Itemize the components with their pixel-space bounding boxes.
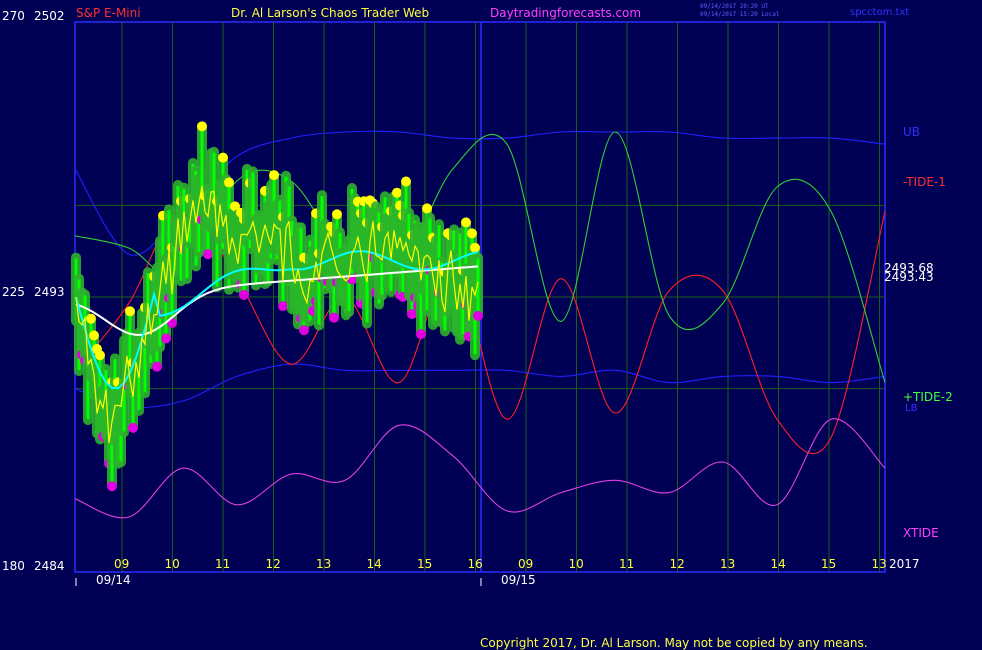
low-dot: [407, 309, 417, 320]
low-dot: [278, 301, 288, 312]
x-tick-label: 15: [417, 557, 432, 571]
x-tick-label: 10: [165, 557, 180, 571]
x-tick-label: 13: [872, 557, 887, 571]
high-dot: [125, 306, 135, 317]
x-tick-label: 10: [569, 557, 584, 571]
x-axis-labels: 09 10 11 12 13 14 15 16 09 10 11 12 13 14 15 13: [114, 557, 887, 571]
y-price-mid: 2493: [34, 285, 65, 299]
legend-xtide: XTIDE: [903, 526, 939, 540]
low-dot: [107, 481, 117, 492]
legend-tide2: +TIDE-2: [903, 390, 953, 404]
high-dot: [218, 152, 228, 163]
high-dot: [197, 121, 207, 132]
high-dot: [392, 187, 402, 198]
x-tick-label: 12: [266, 557, 281, 571]
header-title: Dr. Al Larson's Chaos Trader Web: [231, 6, 429, 20]
price-label-2: 2493.43: [884, 270, 934, 284]
x-tick-label: 16: [468, 557, 483, 571]
x-date-1: 09/14: [96, 573, 131, 587]
high-dot: [86, 313, 96, 324]
x-tick-label: 11: [619, 557, 634, 571]
x-tick-label: 14: [771, 557, 786, 571]
high-dot: [269, 170, 279, 181]
x-tick-label: 13: [720, 557, 735, 571]
legend-lb: LB: [905, 403, 918, 414]
high-dot: [401, 176, 411, 187]
x-tick-label: 12: [670, 557, 685, 571]
high-dot: [422, 203, 432, 214]
high-dot: [89, 330, 99, 341]
y-price-bottom: 2484: [34, 559, 65, 573]
low-dot: [203, 249, 213, 260]
timestamp-local: 09/14/2017 15:20 Local: [700, 11, 780, 18]
x-tick-label: 13: [316, 557, 331, 571]
header-symbol: S&P E-Mini: [76, 6, 141, 20]
footer-copyright: Copyright 2017, Dr. Al Larson. May not b…: [480, 636, 868, 650]
x-tick-label: 15: [821, 557, 836, 571]
x-year-label: 2017: [889, 557, 920, 571]
series-lb: [74, 363, 886, 409]
low-dot: [473, 310, 483, 321]
low-dot: [299, 325, 309, 336]
high-dot: [224, 177, 234, 188]
legend-ub: UB: [903, 125, 920, 139]
source-file: spcctom.txt: [850, 7, 909, 18]
high-dot: [95, 350, 105, 361]
x-tick-label: 11: [215, 557, 230, 571]
y-left-mid: 225: [2, 285, 25, 299]
high-dot: [467, 228, 477, 239]
low-dot: [329, 312, 339, 323]
series-xtide: [74, 418, 886, 519]
y-price-top: 2502: [34, 9, 65, 23]
low-dot: [416, 329, 426, 340]
low-dot: [152, 361, 162, 372]
header-site[interactable]: Daytradingforecasts.com: [490, 6, 641, 20]
low-dot: [239, 289, 249, 300]
low-dot: [128, 422, 138, 433]
high-dot: [332, 209, 342, 220]
high-dot: [470, 242, 480, 253]
low-dot: [161, 333, 171, 344]
x-date-2: 09/15: [501, 573, 536, 587]
chart-canvas: S&P E-Mini Dr. Al Larson's Chaos Trader …: [2, 3, 953, 650]
high-dot: [461, 217, 471, 228]
x-tick-label: 09: [518, 557, 533, 571]
legend-tide1: -TIDE-1: [903, 175, 946, 189]
y-left-bottom: 180: [2, 559, 25, 573]
timestamp-utc: 09/14/2017 20:20 UT: [700, 3, 769, 10]
y-left-top: 270: [2, 9, 25, 23]
x-tick-label: 09: [114, 557, 129, 571]
price-candles: [71, 121, 483, 492]
x-tick-label: 14: [367, 557, 382, 571]
